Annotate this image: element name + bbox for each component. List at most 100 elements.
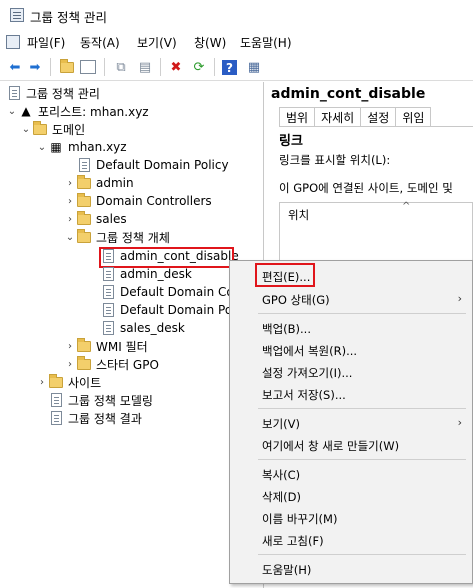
window-title: 그룹 정책 관리	[30, 10, 107, 25]
collapsed-chevron-icon[interactable]: ›	[64, 341, 76, 352]
tab-settings[interactable]: 설정	[360, 107, 397, 126]
menu-item-gpo-status[interactable]: GPO 상태(G)	[262, 292, 330, 308]
menu-item-import-settings[interactable]: 설정 가져오기(I)...	[262, 365, 352, 381]
ou-folder-icon	[76, 192, 92, 209]
tab-strip: 범위 자세히 설정 위임	[279, 107, 473, 127]
forest-icon: ▲	[21, 104, 31, 118]
menu-item-backup[interactable]: 백업(B)...	[262, 321, 311, 337]
expanded-chevron-icon[interactable]: ⌄	[64, 232, 76, 243]
collapsed-chevron-icon[interactable]: ›	[64, 178, 76, 189]
wmi-folder-icon	[76, 337, 92, 354]
tree-sites[interactable]: › 사이트	[36, 373, 101, 391]
title-bar: 그룹 정책 관리	[0, 0, 473, 30]
collapsed-chevron-icon[interactable]: ›	[64, 214, 76, 225]
up-folder-icon[interactable]	[58, 58, 76, 76]
console-tree: 그룹 정책 관리 ⌄ ▲ 포리스트: mhan.xyz ⌄ 도메인 ⌄ ▦ mh…	[0, 82, 264, 588]
expanded-chevron-icon[interactable]: ⌄	[20, 124, 32, 135]
tree-gpo-default-domain-co[interactable]: Default Domain Co	[88, 283, 234, 301]
tree-gpo-sales-desk[interactable]: sales_desk	[88, 319, 185, 337]
tree-ou-sales[interactable]: › sales	[64, 210, 127, 228]
help-icon[interactable]: ?	[222, 60, 237, 75]
tree-gp-modeling[interactable]: 그룹 정책 모델링	[36, 391, 153, 409]
gpo-icon	[100, 284, 116, 300]
gpo-folder-icon	[76, 228, 92, 245]
menu-item-new-window[interactable]: 여기에서 창 새로 만들기(W)	[262, 438, 399, 454]
menu-action[interactable]: 동작(A)	[80, 34, 120, 51]
toolbar-separator	[214, 58, 215, 76]
column-location[interactable]: 위치	[288, 207, 309, 223]
sort-caret-icon: ^	[402, 201, 411, 212]
menu-item-view[interactable]: 보기(V)	[262, 416, 300, 432]
toolbar-separator	[160, 58, 161, 76]
toolbar: ⬅ ➡ ⧉ ▤ ✖ ⟳ ? ▦	[0, 54, 473, 81]
menu-item-refresh[interactable]: 새로 고침(F)	[262, 533, 324, 549]
collapsed-chevron-icon[interactable]: ›	[64, 196, 76, 207]
menu-item-restore[interactable]: 백업에서 복원(R)...	[262, 343, 357, 359]
menu-item-rename[interactable]: 이름 바꾸기(M)	[262, 511, 337, 527]
submenu-arrow-icon: ›	[457, 292, 462, 305]
menu-item-delete[interactable]: 삭제(D)	[262, 489, 301, 505]
show-hide-tree-icon[interactable]	[80, 60, 96, 74]
copy-icon[interactable]: ⧉	[112, 58, 130, 76]
back-arrow-icon[interactable]: ⬅	[6, 58, 24, 76]
menu-separator	[258, 313, 466, 314]
tree-wmi-filters[interactable]: › WMI 필터	[64, 337, 148, 355]
tree-domains[interactable]: ⌄ 도메인	[20, 120, 85, 138]
tree-starter-gpos[interactable]: › 스타터 GPO	[64, 355, 159, 373]
tab-scope[interactable]: 범위	[279, 107, 316, 126]
menu-item-save-report[interactable]: 보고서 저장(S)...	[262, 387, 346, 403]
links-heading: 링크	[279, 134, 303, 149]
menu-separator	[258, 408, 466, 409]
domains-folder-icon	[32, 120, 48, 137]
tab-details[interactable]: 자세히	[314, 107, 362, 126]
menu-file[interactable]: 파일(F)	[27, 34, 65, 51]
tree-gpo-default-domain-po[interactable]: Default Domain Po	[88, 301, 232, 319]
context-menu: 편집(E)... GPO 상태(G) › 백업(B)... 백업에서 복원(R)…	[229, 260, 473, 584]
tree-gp-results[interactable]: 그룹 정책 결과	[36, 409, 142, 427]
link-location-label: 링크를 표시할 위치(L):	[279, 153, 391, 167]
tree-default-domain-policy[interactable]: Default Domain Policy	[64, 156, 229, 174]
results-icon	[48, 410, 64, 426]
menu-separator	[258, 459, 466, 460]
menu-item-edit[interactable]: 편집(E)...	[262, 269, 310, 285]
system-menu-icon[interactable]	[6, 35, 20, 49]
paste-icon[interactable]: ▤	[136, 58, 154, 76]
menu-window[interactable]: 창(W)	[194, 34, 226, 51]
menu-item-copy[interactable]: 복사(C)	[262, 467, 300, 483]
collapsed-chevron-icon[interactable]: ›	[36, 377, 48, 388]
menu-help[interactable]: 도움말(H)	[240, 34, 292, 51]
delete-icon[interactable]: ✖	[167, 58, 185, 76]
gpo-icon	[100, 320, 116, 336]
sites-folder-icon	[48, 373, 64, 390]
refresh-icon[interactable]: ⟳	[190, 58, 208, 76]
menu-view[interactable]: 보기(V)	[137, 34, 177, 51]
expanded-chevron-icon[interactable]: ⌄	[36, 142, 48, 153]
ou-folder-icon	[76, 210, 92, 227]
expanded-chevron-icon[interactable]: ⌄	[6, 106, 18, 117]
linked-locations-text: 이 GPO에 연결된 사이트, 도메인 및	[279, 181, 453, 195]
starter-folder-icon	[76, 355, 92, 372]
ou-folder-icon	[76, 174, 92, 191]
menu-item-help[interactable]: 도움말(H)	[262, 562, 311, 578]
collapsed-chevron-icon[interactable]: ›	[64, 359, 76, 370]
domain-icon: ▦	[50, 140, 62, 154]
properties-icon[interactable]: ▦	[245, 58, 263, 76]
toolbar-separator	[50, 58, 51, 76]
gpmc-root-icon	[6, 85, 22, 101]
menu-separator	[258, 554, 466, 555]
tree-root[interactable]: 그룹 정책 관리	[6, 84, 100, 102]
gpmc-app-icon	[10, 8, 24, 22]
tree-gpo-admin-desk[interactable]: admin_desk	[88, 265, 192, 283]
submenu-arrow-icon: ›	[457, 416, 462, 429]
tree-ou-domain-controllers[interactable]: › Domain Controllers	[64, 192, 212, 210]
tree-domain-mhan[interactable]: ⌄ ▦ mhan.xyz	[36, 138, 127, 156]
gpo-icon	[100, 266, 116, 282]
tab-delegation[interactable]: 위임	[395, 107, 432, 126]
tree-gpo-container[interactable]: ⌄ 그룹 정책 개체	[64, 228, 170, 246]
tree-ou-admin[interactable]: › admin	[64, 174, 134, 192]
forward-arrow-icon[interactable]: ➡	[26, 58, 44, 76]
toolbar-separator	[104, 58, 105, 76]
menu-bar: 파일(F) 동작(A) 보기(V) 창(W) 도움말(H)	[0, 30, 473, 54]
gpo-icon	[100, 302, 116, 318]
tree-forest[interactable]: ⌄ ▲ 포리스트: mhan.xyz	[6, 102, 149, 120]
